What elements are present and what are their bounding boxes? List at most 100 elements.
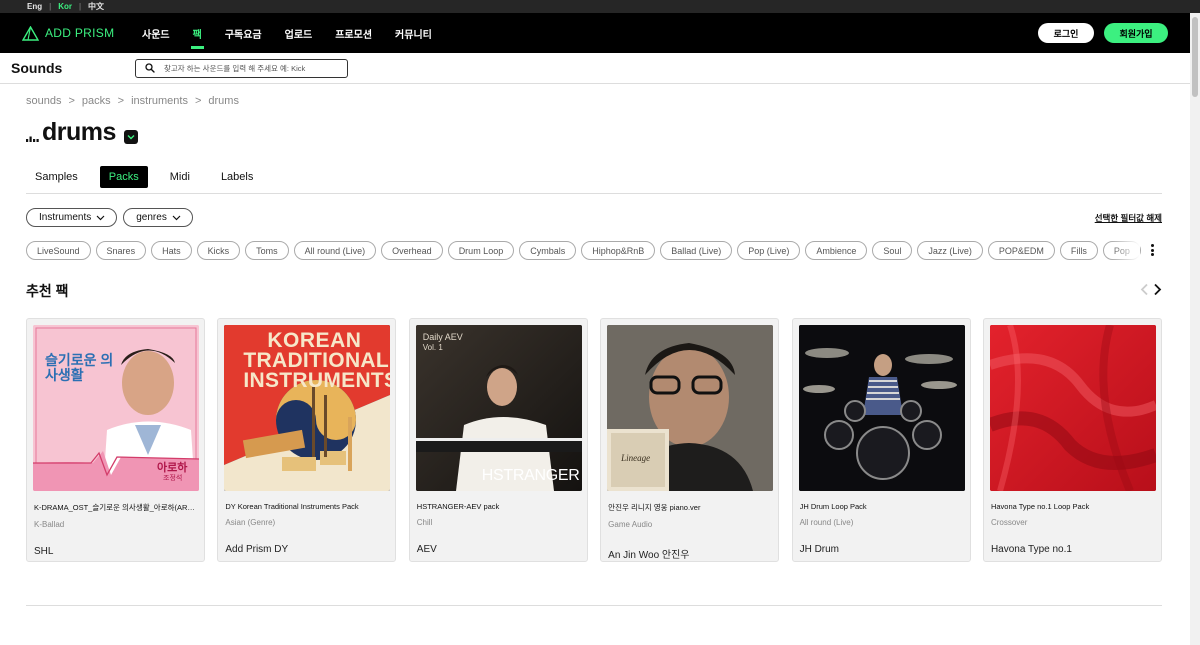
tag-chip[interactable]: Jazz (Live) [917, 241, 983, 260]
cover-volume-text: Vol. 1 [422, 343, 443, 352]
pack-genre[interactable]: All round (Live) [800, 518, 964, 527]
tag-chip[interactable]: POP&EDM [987, 241, 1055, 260]
chevron-down-icon [96, 215, 105, 220]
search-input[interactable] [164, 63, 344, 73]
tag-chip[interactable]: Cymbals [519, 241, 577, 260]
chevron-down-icon [172, 215, 181, 220]
tag-chip[interactable]: Hiphop&RnB [581, 241, 656, 260]
tag-chip[interactable]: Pop (Live) [737, 241, 801, 260]
pack-cover-image[interactable] [989, 325, 1156, 491]
tag-chip[interactable]: Ambience [805, 241, 868, 260]
nav-link-pricing[interactable]: 구독요금 [225, 26, 262, 41]
pack-artist[interactable]: SHL [34, 546, 198, 557]
tab-labels[interactable]: Labels [212, 166, 262, 188]
brand-logo[interactable]: ADD PRISM [22, 25, 142, 41]
pack-name[interactable]: Havona Type no.1 Loop Pack [991, 502, 1155, 511]
chevron-left-icon[interactable] [1140, 283, 1149, 296]
tag-chip[interactable]: Snares [95, 241, 147, 260]
chevron-right-icon[interactable] [1153, 283, 1162, 296]
clear-filters-link[interactable]: 선택한 필터값 해제 [1095, 212, 1162, 224]
pack-card[interactable]: Daily AEV Vol. 1 HSTRANGER HSTRANGER-AEV… [408, 318, 588, 562]
tab-midi[interactable]: Midi [161, 166, 199, 188]
pack-genre[interactable]: Game Audio [608, 520, 772, 529]
signup-button[interactable]: 회원가입 [1104, 23, 1168, 43]
red-fabric-cover-art [989, 325, 1156, 491]
tag-chip[interactable]: Ballad (Live) [660, 241, 733, 260]
pack-name[interactable]: JH Drum Loop Pack [800, 502, 964, 511]
breadcrumb-drums[interactable]: drums [208, 95, 239, 107]
instruments-filter-label: Instruments [39, 212, 92, 223]
sounds-title: Sounds [11, 60, 63, 76]
content-tabs: Samples Packs Midi Labels [26, 166, 1162, 194]
tag-chip[interactable]: Overhead [381, 241, 443, 260]
cover-brand-text: HSTRANGER [481, 467, 580, 484]
nav-link-promotion[interactable]: 프로모션 [335, 26, 372, 41]
lang-chinese[interactable]: 中文 [81, 1, 111, 12]
tag-chip[interactable]: Hats [151, 241, 192, 260]
genres-filter-dropdown[interactable]: genres [123, 208, 193, 227]
tag-chip[interactable]: LiveSound [26, 241, 91, 260]
brand-name: ADD PRISM [45, 26, 115, 40]
cover-title-text: 슬기로운 의사생활 [45, 352, 114, 383]
breadcrumb-separator: > [68, 95, 75, 107]
instruments-filter-dropdown[interactable]: Instruments [26, 208, 118, 227]
tag-chip[interactable]: Toms [245, 241, 289, 260]
tag-chip[interactable]: Fills [1059, 241, 1098, 260]
tab-packs[interactable]: Packs [99, 166, 148, 188]
nav-link-upload[interactable]: 업로드 [285, 26, 313, 41]
tag-chip[interactable]: Kicks [196, 241, 241, 260]
breadcrumb-packs[interactable]: packs [82, 95, 111, 107]
pack-name[interactable]: 안진우 리니지 영웅 piano.ver [608, 502, 772, 513]
pack-card[interactable]: Havona Type no.1 Loop Pack Crossover Hav… [982, 318, 1162, 562]
pack-card[interactable]: 슬기로운 의사생활 아로하 조정석 K-DRAMA_OST_슬기로운 의사생활_… [26, 318, 205, 562]
pack-genre[interactable]: Asian (Genre) [225, 518, 389, 527]
login-button[interactable]: 로그인 [1038, 23, 1094, 43]
search-box[interactable] [135, 58, 348, 78]
lang-kor[interactable]: Kor [51, 2, 79, 11]
tab-samples[interactable]: Samples [26, 166, 87, 188]
app-root: Eng | Kor | 中文 ADD PRISM 사운드 팩 구독요금 업로드 … [0, 0, 1200, 645]
pack-card[interactable]: JH Drum Loop Pack All round (Live) JH Dr… [791, 318, 971, 562]
page-scrollbar[interactable] [1190, 13, 1200, 645]
section-title-recommended: 추천 팩 [26, 283, 69, 299]
scrollbar-thumb[interactable] [1192, 17, 1198, 97]
pack-artist[interactable]: AEV [417, 544, 581, 555]
more-vertical-icon[interactable] [1148, 242, 1156, 258]
pack-genre[interactable]: Crossover [991, 518, 1155, 527]
pack-cover-image[interactable]: 슬기로운 의사생활 아로하 조정석 [33, 325, 199, 491]
pack-cover-image[interactable]: Daily AEV Vol. 1 HSTRANGER [415, 325, 582, 491]
pack-card[interactable]: Lineage 안진우 리니지 영웅 piano.ver Game Audio … [600, 318, 780, 562]
tag-chips-row: LiveSound Snares Hats Kicks Toms All rou… [26, 241, 1166, 261]
pack-artist[interactable]: An Jin Woo 안진우 [608, 546, 772, 561]
pack-genre[interactable]: Chill [417, 518, 581, 527]
tag-chip[interactable]: All round (Live) [293, 241, 377, 260]
pack-genre[interactable]: K-Ballad [34, 520, 198, 529]
prism-logo-icon [22, 25, 39, 41]
nav-link-packs[interactable]: 팩 [190, 26, 205, 49]
tag-chip[interactable]: Soul [872, 241, 913, 260]
nav-link-sounds[interactable]: 사운드 [142, 26, 170, 41]
pack-name[interactable]: HSTRANGER-AEV pack [417, 502, 581, 511]
pack-name[interactable]: K-DRAMA_OST_슬기로운 의사생활_아로하(ARO... [34, 502, 198, 513]
breadcrumb-instruments[interactable]: instruments [131, 95, 188, 107]
language-bar: Eng | Kor | 中文 [0, 0, 1200, 13]
pack-card[interactable]: KOREAN TRADITIONAL INSTRUMENTS DY Korean… [217, 318, 397, 562]
nav-link-community[interactable]: 커뮤니티 [395, 26, 432, 41]
page-title: drums [42, 118, 116, 146]
chevron-down-icon [127, 135, 135, 140]
pack-artist[interactable]: Add Prism DY [225, 544, 389, 555]
title-dropdown-button[interactable] [123, 130, 138, 144]
cover-title-line3: INSTRUMENTS [243, 369, 391, 392]
pack-cover-image[interactable]: KOREAN TRADITIONAL INSTRUMENTS [224, 325, 391, 491]
pack-artist[interactable]: JH Drum [800, 544, 964, 555]
breadcrumb-sounds[interactable]: sounds [26, 95, 61, 107]
lang-eng[interactable]: Eng [20, 2, 49, 11]
cover-title-text: Daily AEV [422, 332, 463, 342]
pack-cover-image[interactable]: Lineage [607, 325, 774, 491]
pack-name[interactable]: DY Korean Traditional Instruments Pack [225, 502, 389, 511]
nav-links: 사운드 팩 구독요금 업로드 프로모션 커뮤니티 [142, 26, 455, 49]
tag-chip[interactable]: Drum Loop [447, 241, 515, 260]
pack-cover-image[interactable] [798, 325, 965, 491]
breadcrumb: sounds > packs > instruments > drums [26, 95, 239, 107]
pack-artist[interactable]: Havona Type no.1 [991, 544, 1155, 555]
